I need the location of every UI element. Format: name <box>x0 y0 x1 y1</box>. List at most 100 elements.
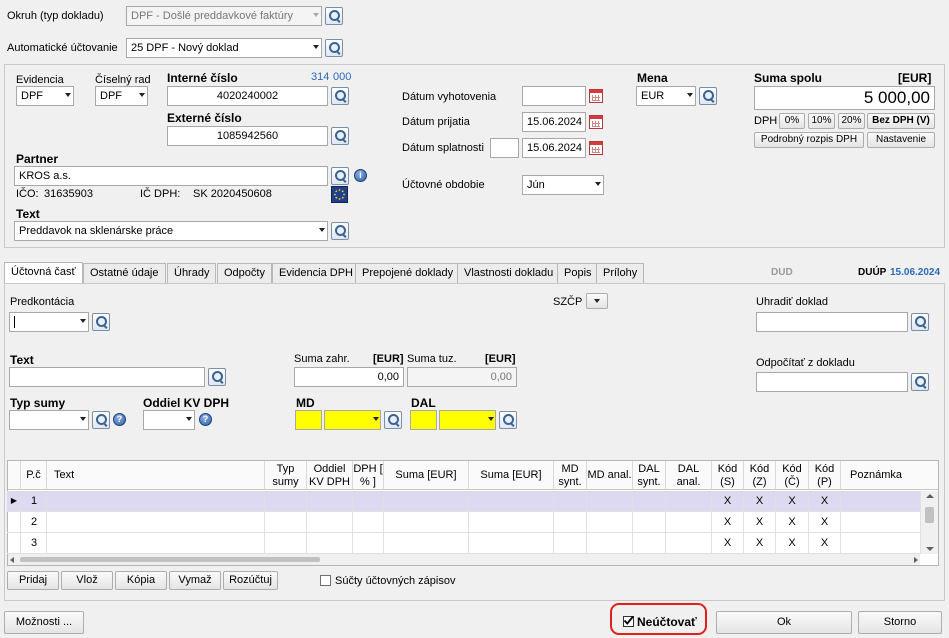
suma-zahr-input[interactable]: 0,00 <box>294 367 404 387</box>
col-kod-c[interactable]: Kód (Č) <box>776 461 809 490</box>
scroll-right-icon[interactable] <box>914 557 918 563</box>
dph-20-button[interactable]: 20% <box>838 113 865 129</box>
cell-kod-p[interactable]: X <box>809 491 841 511</box>
cell-md-synt[interactable] <box>554 533 587 553</box>
h-scroll-thumb[interactable] <box>20 557 320 562</box>
suma-tuz-input[interactable]: 0,00 <box>407 367 517 387</box>
calendar-icon[interactable] <box>589 141 603 155</box>
cell-kod-s[interactable]: X <box>712 533 744 553</box>
oddiel-select[interactable] <box>143 410 195 430</box>
cell-kod-z[interactable]: X <box>744 512 776 532</box>
cell-oddiel[interactable] <box>307 533 353 553</box>
search-icon[interactable] <box>208 368 226 386</box>
dal-synt-input[interactable] <box>410 410 437 430</box>
cell-kod-z[interactable]: X <box>744 533 776 553</box>
cell-typ[interactable] <box>265 512 307 532</box>
search-icon[interactable] <box>331 127 349 145</box>
cell-suma-2[interactable] <box>469 512 554 532</box>
cell-kod-p[interactable]: X <box>809 533 841 553</box>
md-anal-select[interactable] <box>324 410 381 430</box>
cell-poznamka[interactable] <box>841 533 920 553</box>
sucty-checkbox[interactable] <box>320 575 331 586</box>
tab-prepojene-doklady[interactable]: Prepojené doklady <box>355 263 461 283</box>
col-dal-synt[interactable]: DAL synt. <box>633 461 666 490</box>
dal-anal-select[interactable] <box>439 410 496 430</box>
col-kod-z[interactable]: Kód (Z) <box>744 461 776 490</box>
szcp-dropdown-button[interactable] <box>586 293 608 309</box>
table-row[interactable]: 2 X X X X <box>7 512 920 533</box>
ciselny-rad-select[interactable]: DPF <box>95 86 148 106</box>
vertical-scrollbar[interactable] <box>920 491 938 554</box>
cell-kod-p[interactable]: X <box>809 512 841 532</box>
obdobie-select[interactable]: Jún <box>522 175 604 195</box>
cell-suma-1[interactable] <box>384 491 469 511</box>
col-suma-1[interactable]: Suma [EUR] <box>384 461 469 490</box>
cell-typ[interactable] <box>265 533 307 553</box>
cell-md-anal[interactable] <box>587 533 633 553</box>
cell-kod-c[interactable]: X <box>776 491 809 511</box>
cell-suma-1[interactable] <box>384 533 469 553</box>
externe-input[interactable]: 1085942560 <box>167 126 328 146</box>
evidencia-select[interactable]: DPF <box>16 86 74 106</box>
col-dph[interactable]: DPH [ % ] <box>353 461 384 490</box>
search-icon[interactable] <box>325 39 343 57</box>
cell-kod-z[interactable]: X <box>744 491 776 511</box>
eu-flag-icon[interactable] <box>331 186 348 203</box>
col-typ-sumy[interactable]: Typ sumy <box>265 461 307 490</box>
col-oddiel[interactable]: Oddiel KV DPH <box>307 461 353 490</box>
col-kod-p[interactable]: Kód (P) <box>809 461 841 490</box>
cell-text[interactable] <box>47 533 265 553</box>
tab-uhrady[interactable]: Úhrady <box>167 263 217 283</box>
odpocitat-input[interactable] <box>756 372 908 392</box>
cell-dph[interactable] <box>353 491 384 511</box>
help-icon[interactable]: ? <box>113 413 126 426</box>
search-icon[interactable] <box>499 411 517 429</box>
kopia-button[interactable]: Kópia <box>115 571 167 590</box>
cell-dal-anal[interactable] <box>666 491 712 511</box>
table-row[interactable]: 3 X X X X <box>7 533 920 554</box>
col-pc[interactable]: P.č <box>21 461 47 490</box>
cell-suma-2[interactable] <box>469 491 554 511</box>
datum-splatnosti-input[interactable]: 15.06.2024 <box>522 138 586 158</box>
scroll-down-icon[interactable] <box>926 547 934 551</box>
neuctovat-checkbox[interactable] <box>623 615 634 627</box>
search-icon[interactable] <box>331 222 349 240</box>
search-icon[interactable] <box>92 313 110 331</box>
search-icon[interactable] <box>699 87 717 105</box>
cell-md-synt[interactable] <box>554 491 587 511</box>
datum-prijatia-input[interactable]: 15.06.2024 <box>522 112 586 132</box>
rozuctuj-button[interactable]: Rozúčtuj <box>223 571 278 590</box>
vloz-button[interactable]: Vlož <box>61 571 113 590</box>
scroll-up-icon[interactable] <box>926 494 934 498</box>
vymaz-button[interactable]: Vymaž <box>169 571 221 590</box>
calendar-icon[interactable] <box>589 89 603 103</box>
cell-poznamka[interactable] <box>841 491 920 511</box>
bez-dph-button[interactable]: Bez DPH (V) <box>867 113 935 129</box>
cell-oddiel[interactable] <box>307 491 353 511</box>
cell-dal-anal[interactable] <box>666 533 712 553</box>
cell-oddiel[interactable] <box>307 512 353 532</box>
cell-md-anal[interactable] <box>587 491 633 511</box>
col-md-anal[interactable]: MD anal. <box>587 461 633 490</box>
rozpis-dph-button[interactable]: Podrobný rozpis DPH <box>754 132 864 148</box>
col-dal-anal[interactable]: DAL anal. <box>666 461 712 490</box>
cell-suma-2[interactable] <box>469 533 554 553</box>
horizontal-scrollbar[interactable] <box>8 554 920 565</box>
nastavenie-button[interactable]: Nastavenie <box>867 132 935 148</box>
suma-spolu-input[interactable]: 5 000,00 <box>754 86 935 110</box>
table-row[interactable]: ▶ 1 X X X X <box>7 491 920 512</box>
dph-10-button[interactable]: 10% <box>808 113 835 129</box>
md-synt-input[interactable] <box>295 410 322 430</box>
search-icon[interactable] <box>92 411 110 429</box>
cell-kod-c[interactable]: X <box>776 512 809 532</box>
cell-dal-anal[interactable] <box>666 512 712 532</box>
cell-suma-1[interactable] <box>384 512 469 532</box>
search-icon[interactable] <box>325 7 343 25</box>
partner-input[interactable]: KROS a.s. <box>14 166 328 186</box>
moznosti-button[interactable]: Možnosti ... <box>4 611 84 634</box>
cell-kod-s[interactable]: X <box>712 512 744 532</box>
typ-sumy-select[interactable] <box>9 410 89 430</box>
search-icon[interactable] <box>911 373 929 391</box>
search-icon[interactable] <box>911 313 929 331</box>
search-icon[interactable] <box>331 167 349 185</box>
